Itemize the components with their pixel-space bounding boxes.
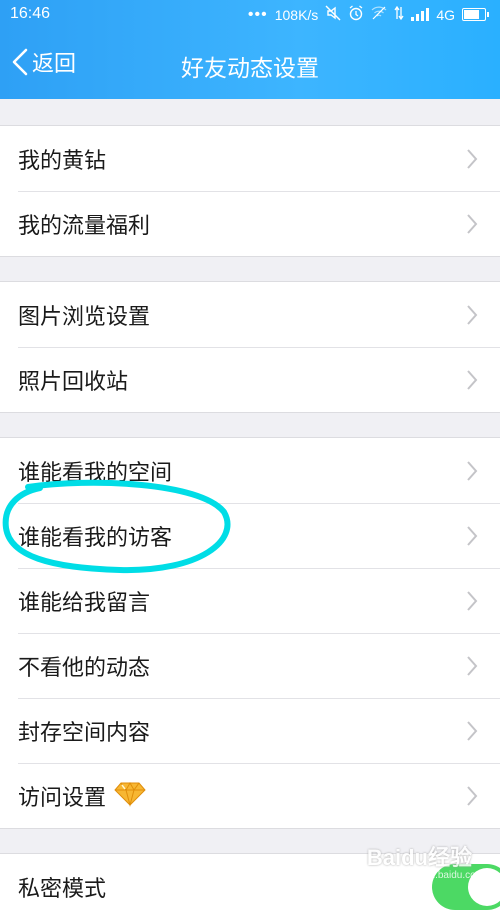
settings-item-traffic-bonus[interactable]: 我的流量福利 — [0, 191, 500, 256]
settings-item-label: 私密模式 — [18, 876, 107, 902]
status-right: ••• 108K/s 4G — [247, 5, 489, 24]
notification-dots: ••• — [247, 5, 268, 23]
chevron-right-icon — [466, 590, 478, 616]
settings-item-hide-their-feed[interactable]: 不看他的动态 — [0, 633, 500, 698]
settings-item-label: 封存空间内容 — [18, 720, 151, 746]
settings-item-who-see-visitors[interactable]: 谁能看我的访客 — [0, 503, 500, 568]
status-bar: 16:46 ••• 108K/s 4G — [0, 0, 500, 30]
settings-item-image-browse[interactable]: 图片浏览设置 — [0, 282, 500, 347]
mute-icon — [325, 5, 341, 24]
settings-group-photos: 图片浏览设置 照片回收站 — [0, 281, 500, 413]
chevron-right-icon — [466, 213, 478, 239]
settings-item-label: 我的黄钻 — [18, 148, 107, 174]
chevron-right-icon — [466, 304, 478, 330]
page-title: 好友动态设置 — [181, 56, 319, 82]
network-speed: 108K/s — [274, 6, 319, 23]
data-arrows-icon — [394, 5, 404, 23]
chevron-right-icon — [466, 655, 478, 681]
settings-group-vip: 我的黄钻 我的流量福利 — [0, 125, 500, 257]
watermark-sub: jingyan.baidu.com — [403, 870, 484, 881]
status-time: 16:46 — [10, 5, 51, 22]
settings-item-label: 不看他的动态 — [18, 655, 151, 681]
settings-item-label: 谁能看我的空间 — [18, 460, 173, 486]
settings-list: 我的黄钻 我的流量福利 图片浏览设置 照片回收站 谁能看我的空间 谁能看我的访客 — [0, 99, 500, 919]
chevron-right-icon — [466, 148, 478, 174]
chevron-right-icon — [466, 369, 478, 395]
alarm-icon — [348, 5, 364, 24]
watermark: Baidu经验 — [366, 845, 472, 870]
top-bar: 16:46 ••• 108K/s 4G 返回 好友动态设置 — [0, 0, 500, 99]
chevron-right-icon — [466, 460, 478, 486]
settings-item-who-see-space[interactable]: 谁能看我的空间 — [0, 438, 500, 503]
chevron-right-icon — [466, 525, 478, 551]
chevron-right-icon — [466, 720, 478, 746]
settings-item-who-leave-message[interactable]: 谁能给我留言 — [0, 568, 500, 633]
yellow-diamond-icon — [114, 781, 146, 811]
wifi-off-icon — [371, 6, 387, 23]
settings-group-privacy: 谁能看我的空间 谁能看我的访客 谁能给我留言 不看他的动态 封存空间内容 访问设… — [0, 437, 500, 829]
settings-item-archive-space[interactable]: 封存空间内容 — [0, 698, 500, 763]
settings-item-label: 图片浏览设置 — [18, 304, 151, 330]
chevron-right-icon — [466, 785, 478, 811]
settings-item-label: 访问设置 — [18, 785, 107, 811]
signal-icon — [411, 8, 430, 21]
settings-item-label: 我的流量福利 — [18, 213, 151, 239]
settings-item-access-settings[interactable]: 访问设置 — [0, 763, 500, 828]
network-type: 4G — [436, 6, 455, 23]
settings-item-photo-recycle[interactable]: 照片回收站 — [0, 347, 500, 412]
settings-item-label: 谁能看我的访客 — [18, 525, 173, 551]
nav-bar: 返回 好友动态设置 — [0, 30, 500, 99]
settings-item-label: 照片回收站 — [18, 369, 129, 395]
settings-item-yellow-diamond[interactable]: 我的黄钻 — [0, 126, 500, 191]
battery-icon — [462, 8, 489, 21]
settings-item-label: 谁能给我留言 — [18, 590, 151, 616]
